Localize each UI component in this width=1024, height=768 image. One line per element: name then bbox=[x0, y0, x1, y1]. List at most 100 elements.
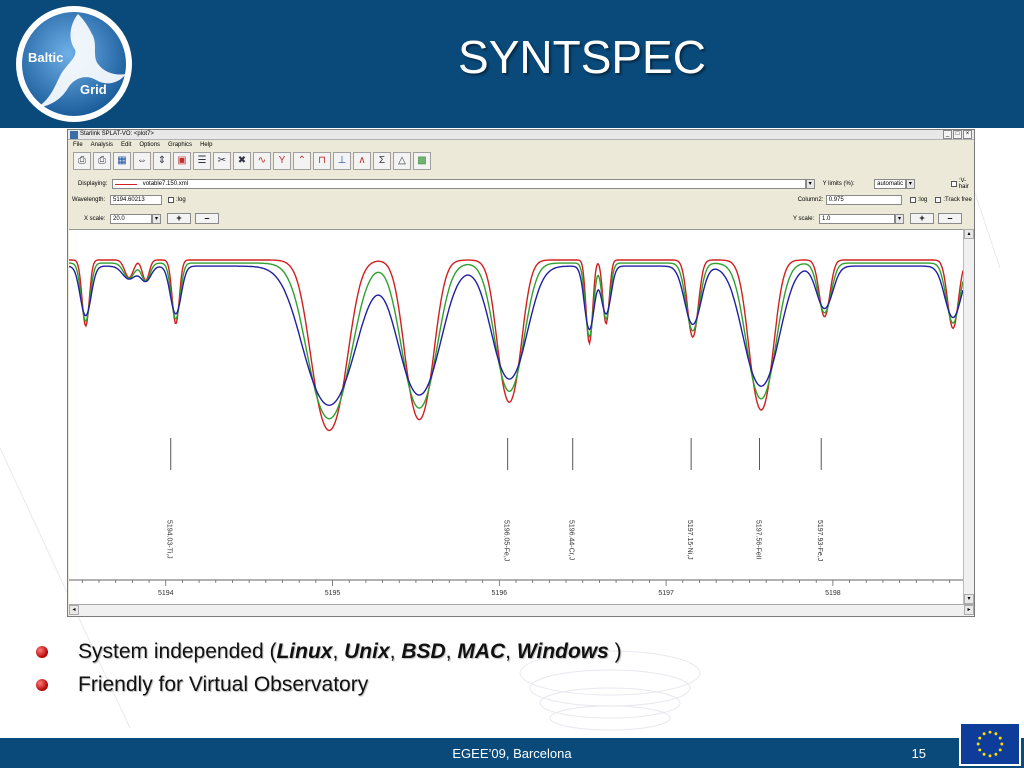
yscale-field[interactable]: 1.0 bbox=[819, 213, 895, 224]
line-marker-label: 5197.93-Fe,J bbox=[816, 520, 823, 561]
ylimits-dropdown-button[interactable]: ▾ bbox=[905, 179, 915, 189]
yscale-plus-button[interactable]: + bbox=[910, 213, 934, 224]
platform-suffix: ) bbox=[608, 640, 622, 663]
fit-width-icon[interactable]: ⇔ bbox=[133, 152, 151, 170]
spectrum-plot[interactable]: 5194.03-Ti,J 5196.05-Fe,J 5196.44-Cr,J 5197… bbox=[68, 229, 974, 604]
menu-edit[interactable]: Edit bbox=[121, 142, 131, 148]
eu-star bbox=[988, 730, 992, 734]
menu-options[interactable]: Options bbox=[139, 142, 160, 148]
platform-mac: MAC bbox=[457, 640, 506, 663]
menu-help[interactable]: Help bbox=[200, 142, 212, 148]
list-icon[interactable]: ☰ bbox=[193, 152, 211, 170]
eu-star bbox=[978, 736, 982, 740]
wavelength-field[interactable]: 5194.60213 bbox=[110, 195, 162, 205]
vhair-label: :V-hair bbox=[958, 178, 969, 190]
menu-analysis[interactable]: Analysis bbox=[91, 142, 113, 148]
toolbar: ⎙ ⎙ ▦ ⇔ ⇕ ▣ ☰ ✂ ✖ ∿ Y ⌃ ⊓ ⊥ ∧ Σ △ ▩ bbox=[73, 152, 431, 172]
triangle-icon[interactable]: △ bbox=[393, 152, 411, 170]
delete-icon[interactable]: ✖ bbox=[233, 152, 251, 170]
spectrum-series-line bbox=[69, 262, 964, 420]
menu-graphics[interactable]: Graphics bbox=[168, 142, 192, 148]
fork-icon[interactable]: Y bbox=[273, 152, 291, 170]
bullet-list: System independed (Linux, Unix, BSD, MAC… bbox=[36, 640, 622, 706]
yscale-minus-button[interactable]: – bbox=[938, 213, 962, 224]
flux-icon[interactable]: ⊓ bbox=[313, 152, 331, 170]
bullet-item: Friendly for Virtual Observatory bbox=[36, 673, 622, 697]
vhair-checkbox[interactable] bbox=[950, 181, 957, 187]
platform-bsd: BSD bbox=[401, 640, 446, 663]
bullet-icon bbox=[36, 679, 48, 691]
close-button[interactable]: × bbox=[963, 130, 972, 139]
x-tick-label: 5194 bbox=[158, 590, 174, 597]
platform-prefix: System independed ( bbox=[78, 640, 277, 663]
ylimits-label: Y limits (%): bbox=[822, 181, 855, 187]
line-icon[interactable]: ∿ bbox=[253, 152, 271, 170]
window-controls: _ □ × bbox=[943, 130, 972, 140]
wavelength-row: Wavelength: 5194.60213 :log Column2: 0.9… bbox=[72, 195, 972, 205]
scroll-down-button[interactable]: ▾ bbox=[964, 594, 974, 604]
vertical-scrollbar[interactable]: ▴ ▾ bbox=[963, 229, 974, 604]
displaying-dropdown-button[interactable]: ▾ bbox=[805, 179, 815, 189]
xscale-field[interactable]: 20.0 bbox=[110, 213, 152, 224]
footer-event: EGEE’09, Barcelona bbox=[452, 746, 572, 761]
scroll-up-button[interactable]: ▴ bbox=[964, 229, 974, 239]
sum-icon[interactable]: Σ bbox=[373, 152, 391, 170]
grid-icon[interactable]: ▩ bbox=[413, 152, 431, 170]
trackfree-label: :Track free bbox=[943, 197, 972, 203]
xscale-dropdown-button[interactable]: ▾ bbox=[152, 213, 161, 224]
menu-file[interactable]: File bbox=[73, 142, 83, 148]
spectrum-series-line bbox=[69, 259, 964, 432]
xscale-minus-button[interactable]: – bbox=[195, 213, 219, 224]
print-icon[interactable]: ⎙ bbox=[73, 152, 91, 170]
ylimits-select[interactable]: automatic bbox=[874, 179, 906, 189]
eu-star bbox=[994, 752, 998, 756]
baseline-icon[interactable]: ⊥ bbox=[333, 152, 351, 170]
eu-star bbox=[1000, 742, 1004, 746]
print-color-icon[interactable]: ⎙ bbox=[93, 152, 111, 170]
menu-bar: File Analysis Edit Options Graphics Help bbox=[68, 140, 974, 150]
fit-height-icon[interactable]: ⇕ bbox=[153, 152, 171, 170]
scale-row: X scale: 20.0 ▾ + – Y scale: 1.0 ▾ + – bbox=[84, 213, 972, 224]
eu-star bbox=[998, 748, 1002, 752]
platform-separator: , bbox=[332, 640, 345, 663]
scroll-left-button[interactable]: ◂ bbox=[69, 605, 79, 615]
bullet-item: System independed (Linux, Unix, BSD, MAC… bbox=[36, 640, 622, 664]
scroll-right-button[interactable]: ▸ bbox=[964, 605, 974, 615]
horizontal-scrollbar[interactable]: ◂ ▸ bbox=[69, 604, 974, 616]
platform-windows: Windows bbox=[516, 640, 609, 663]
log-checkbox[interactable] bbox=[168, 197, 174, 203]
x-tick-label: 5195 bbox=[325, 590, 341, 597]
eu-flag-icon bbox=[959, 722, 1021, 766]
window-title: Starlink SPLAT-VO: <plot7> bbox=[80, 131, 154, 137]
yscale-dropdown-button[interactable]: ▾ bbox=[895, 213, 904, 224]
xscale-plus-button[interactable]: + bbox=[167, 213, 191, 224]
platform-separator: , bbox=[445, 640, 458, 663]
maximize-button[interactable]: □ bbox=[953, 130, 962, 139]
displaying-select[interactable]: votable7.150.xml bbox=[111, 179, 806, 189]
displaying-label: Displaying: bbox=[78, 181, 108, 187]
x-tick-label: 5197 bbox=[658, 590, 674, 597]
line-marker-label: 5197.56-FeII bbox=[755, 520, 762, 560]
minimize-button[interactable]: _ bbox=[943, 130, 952, 139]
line-marker-label: 5196.44-Cr,J bbox=[568, 520, 575, 560]
slide-title: SYNTSPEC bbox=[458, 31, 706, 83]
column2-label: Column2: bbox=[797, 197, 824, 203]
series-swatch bbox=[114, 183, 137, 185]
trackfree-checkbox[interactable] bbox=[935, 197, 942, 203]
cut-icon[interactable]: ✂ bbox=[213, 152, 231, 170]
window-titlebar[interactable]: Starlink SPLAT-VO: <plot7> _ □ × bbox=[68, 130, 974, 140]
column2-field[interactable]: 0.975 bbox=[825, 195, 902, 205]
slide-footer: EGEE’09, Barcelona 15 bbox=[0, 738, 1024, 768]
peak-icon[interactable]: ⌃ bbox=[293, 152, 311, 170]
line-marker-label: 5197.15-Ni,J bbox=[686, 520, 693, 560]
x-tick-label: 5196 bbox=[492, 590, 508, 597]
log2-checkbox[interactable] bbox=[909, 197, 916, 203]
spectrum-icon[interactable]: ▣ bbox=[173, 152, 191, 170]
overlay-icon[interactable]: ∧ bbox=[353, 152, 371, 170]
eu-star bbox=[976, 742, 980, 746]
platform-unix: Unix bbox=[344, 640, 390, 663]
platform-linux: Linux bbox=[276, 640, 333, 663]
eu-star bbox=[988, 754, 992, 758]
zoom-icon[interactable]: ▦ bbox=[113, 152, 131, 170]
log-label: :log bbox=[176, 197, 186, 203]
